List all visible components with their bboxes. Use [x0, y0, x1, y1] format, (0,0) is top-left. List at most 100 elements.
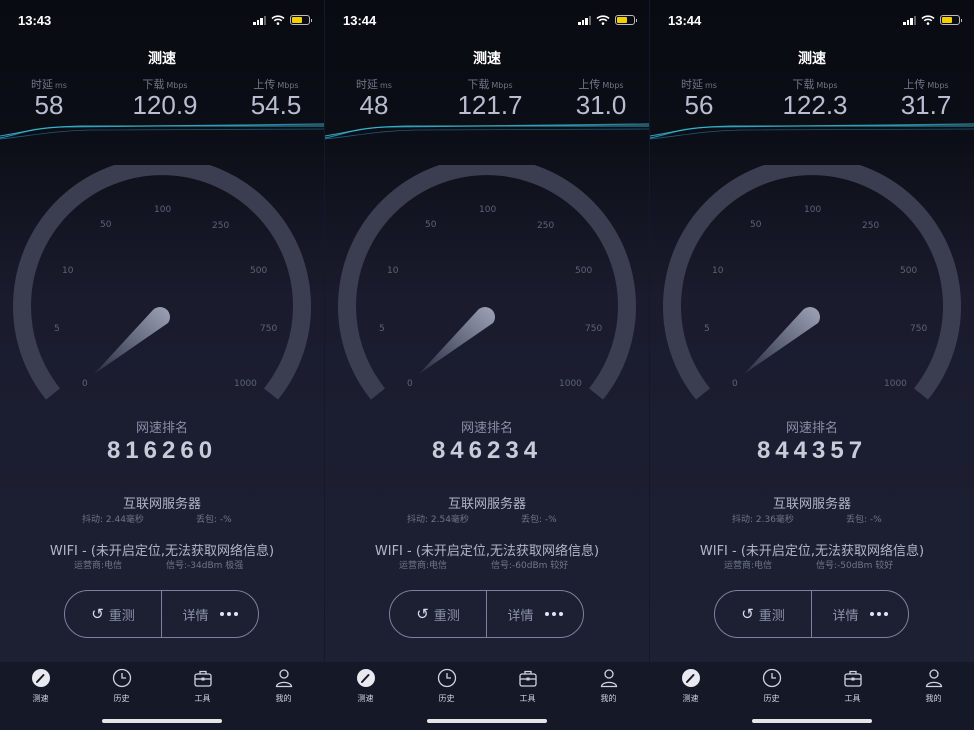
ping-metric: 时延 ms 58 — [14, 76, 84, 121]
status-icons — [903, 15, 962, 25]
gauge-tick: 50 — [100, 220, 112, 230]
more-dots-icon — [544, 612, 563, 616]
gauge-tick: 100 — [154, 205, 171, 215]
tab-profile[interactable]: 我的 — [243, 662, 324, 730]
download-metric: 下载 Mbps 120.9 — [110, 76, 220, 121]
speedometer-icon — [356, 669, 375, 687]
wifi-icon — [921, 15, 935, 25]
home-indicator — [427, 719, 547, 723]
signal-strength-value: 信号:-50dBm 较好 — [816, 561, 894, 571]
battery-icon — [615, 15, 637, 25]
more-dots-icon — [219, 612, 238, 616]
tab-label: 我的 — [925, 694, 942, 703]
retest-label: 重测 — [108, 608, 135, 624]
gauge-needle — [94, 307, 170, 374]
tab-speedtest[interactable]: 测速 — [650, 662, 731, 730]
cellular-signal-icon — [578, 15, 591, 25]
carrier-value: 运营商:电信 — [399, 561, 448, 571]
tab-profile[interactable]: 我的 — [893, 662, 974, 730]
tab-speedtest[interactable]: 测速 — [0, 662, 81, 730]
retest-label: 重测 — [433, 608, 460, 624]
retest-button[interactable]: ↺ 重测 — [65, 591, 161, 637]
speed-gauge: 0 5 10 50 100 250 500 750 1000 — [13, 165, 311, 400]
tab-label: 测速 — [357, 694, 374, 703]
gauge-tick: 750 — [260, 324, 277, 334]
download-value: 122.3 — [782, 90, 848, 120]
ping-value: 58 — [34, 90, 64, 120]
tab-label: 历史 — [438, 694, 455, 703]
server-name: 互联网服务器 — [447, 497, 526, 512]
gauge-tick: 100 — [479, 205, 496, 215]
signal-strength-value: 信号:-34dBm 极强 — [166, 561, 244, 571]
gauge-tick: 0 — [732, 379, 738, 389]
wifi-info: WIFI - (未开启定位,无法获取网络信息) — [374, 544, 600, 559]
details-label: 详情 — [832, 608, 859, 624]
person-icon — [925, 669, 942, 688]
gauge-tick: 5 — [704, 324, 710, 334]
gauge-tick: 250 — [862, 221, 879, 231]
upload-value: 31.7 — [900, 90, 952, 120]
gauge-tick: 250 — [537, 221, 554, 231]
gauge-needle — [419, 307, 495, 374]
download-metric: 下载 Mbps 121.7 — [435, 76, 545, 121]
tab-profile[interactable]: 我的 — [568, 662, 649, 730]
details-button[interactable]: 详情 — [811, 591, 908, 637]
gauge-tick: 0 — [82, 379, 88, 389]
upload-value: 31.0 — [575, 90, 627, 120]
toolbox-icon — [843, 670, 862, 687]
details-label: 详情 — [507, 608, 534, 624]
tab-label: 工具 — [519, 694, 536, 703]
gauge-tick: 500 — [900, 266, 917, 276]
phone-screen: 13:44 测速 时延 ms 48 下载 Mbps 121.7 上传 Mbps 31.… — [324, 0, 649, 730]
gauge-needle — [744, 307, 820, 374]
upload-metric: 上传 Mbps 31.0 — [555, 76, 647, 121]
tab-label: 测速 — [682, 694, 699, 703]
status-bar: 13:44 — [650, 0, 974, 40]
gauge-tick: 750 — [910, 324, 927, 334]
home-indicator — [752, 719, 872, 723]
gauge-tick: 10 — [62, 266, 74, 276]
status-time: 13:44 — [668, 12, 702, 28]
status-time: 13:43 — [18, 12, 52, 28]
retest-button[interactable]: ↺ 重测 — [390, 591, 486, 637]
speed-wave-graph — [0, 123, 324, 140]
details-button[interactable]: 详情 — [161, 591, 258, 637]
packet-loss-value: 丢包: -% — [196, 515, 232, 525]
undo-icon: ↺ — [741, 605, 754, 623]
rank-value: 846234 — [431, 437, 543, 464]
person-icon — [600, 669, 617, 688]
tab-speedtest[interactable]: 测速 — [325, 662, 406, 730]
phone-screen: 13:43 测速 时延 ms 58 下载 Mbps 120.9 上传 Mbps 54.… — [0, 0, 324, 730]
details-button[interactable]: 详情 — [486, 591, 583, 637]
cellular-signal-icon — [253, 15, 266, 25]
packet-loss-value: 丢包: -% — [846, 515, 882, 525]
gauge-tick: 500 — [575, 266, 592, 276]
jitter-value: 抖动: 2.44毫秒 — [82, 515, 144, 525]
speedometer-icon — [31, 669, 50, 687]
speed-wave-graph — [325, 123, 649, 140]
tab-label: 历史 — [763, 694, 780, 703]
tab-label: 历史 — [113, 694, 130, 703]
download-value: 121.7 — [457, 90, 523, 120]
toolbox-icon — [518, 670, 537, 687]
action-buttons: ↺ 重测 详情 — [714, 590, 909, 638]
tab-label: 测速 — [32, 694, 49, 703]
gauge-tick: 100 — [804, 205, 821, 215]
retest-label: 重测 — [758, 608, 785, 624]
gauge-tick: 0 — [407, 379, 413, 389]
tab-label: 我的 — [600, 694, 617, 703]
clock-icon — [762, 668, 781, 688]
rank-label: 网速排名 — [785, 421, 838, 436]
rank-value: 816260 — [106, 437, 218, 464]
clock-icon — [112, 668, 131, 688]
tab-label: 我的 — [275, 694, 292, 703]
upload-metric: 上传 Mbps 54.5 — [230, 76, 322, 121]
home-indicator — [102, 719, 222, 723]
ping-value: 56 — [684, 90, 714, 120]
retest-button[interactable]: ↺ 重测 — [715, 591, 811, 637]
gauge-tick: 1000 — [884, 379, 907, 389]
ping-metric: 时延 ms 56 — [664, 76, 734, 121]
server-name: 互联网服务器 — [772, 497, 851, 512]
gauge-tick: 50 — [750, 220, 762, 230]
status-bar: 13:44 — [325, 0, 649, 40]
